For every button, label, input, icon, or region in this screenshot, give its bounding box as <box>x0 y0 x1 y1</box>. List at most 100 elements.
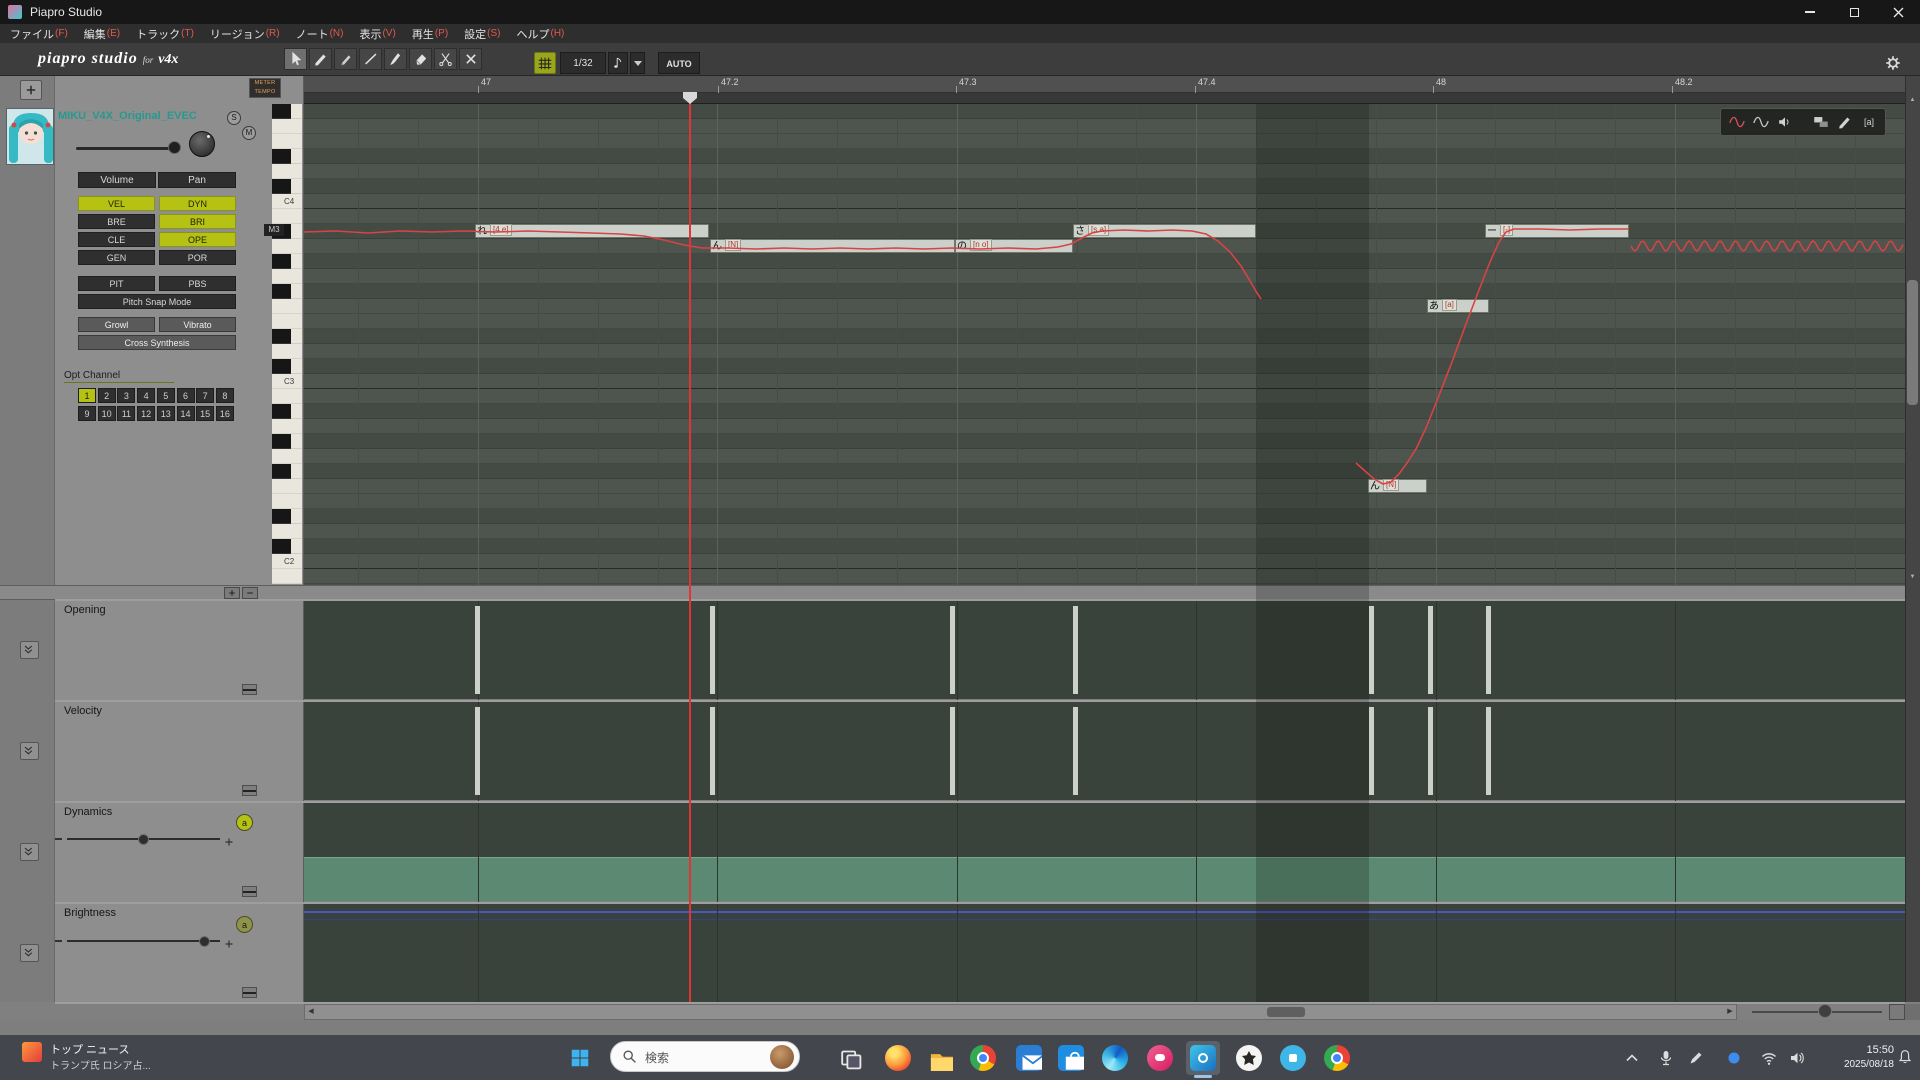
taskbar-app-teams[interactable] <box>1276 1041 1310 1075</box>
taskbar-clock[interactable]: 15:50 2025/08/18 <box>1822 1042 1894 1074</box>
opt-channel-14[interactable]: 14 <box>177 406 195 421</box>
lane-slider-thumb[interactable] <box>138 834 149 845</box>
piano-key-black[interactable] <box>272 509 291 524</box>
lane-remove-button[interactable] <box>242 587 258 599</box>
lane-chevron-button[interactable] <box>20 742 39 760</box>
mute-button[interactable]: M <box>242 126 256 140</box>
auto-scroll-button[interactable]: AUTO <box>658 52 700 74</box>
status-dot-icon[interactable] <box>1724 1048 1744 1068</box>
settings-button[interactable] <box>1882 52 1904 74</box>
piano-key-white[interactable] <box>272 119 302 134</box>
piano-key-white[interactable] <box>272 239 302 254</box>
search-box[interactable]: 検索 <box>610 1041 800 1072</box>
close-button[interactable] <box>1876 0 1920 24</box>
track-name[interactable]: MIKU_V4X_Original_EVEC <box>58 110 224 124</box>
speaker-icon[interactable] <box>1787 1048 1807 1068</box>
note[interactable] <box>955 239 1073 253</box>
lane-collapse-button[interactable] <box>242 886 257 897</box>
cross-synthesis-button[interactable]: Cross Synthesis <box>78 335 236 350</box>
menu-item-help[interactable]: ヘルプ(H) <box>517 26 565 42</box>
tool-select-button[interactable] <box>284 48 307 70</box>
pen-icon[interactable] <box>1686 1048 1706 1068</box>
scroll-up-button[interactable]: ▲ <box>1905 94 1920 107</box>
param-button-pit[interactable]: PIT <box>78 276 155 291</box>
vibrato-button[interactable]: Vibrato <box>159 317 236 332</box>
piano-key-black[interactable] <box>272 179 291 194</box>
param-button-por[interactable]: POR <box>159 250 236 265</box>
piano-key-black[interactable] <box>272 539 291 554</box>
note[interactable] <box>1427 299 1489 313</box>
note[interactable] <box>710 239 955 253</box>
piano-key-white[interactable] <box>272 314 302 329</box>
taskbar-app-chat[interactable] <box>1143 1041 1177 1075</box>
tool-eraser-button[interactable] <box>409 48 432 70</box>
opt-channel-16[interactable]: 16 <box>216 406 234 421</box>
grid-dropdown-button[interactable] <box>630 52 645 74</box>
lane-collapse-button[interactable] <box>242 785 257 796</box>
lane-chevron-button[interactable] <box>20 944 39 962</box>
tool-draw-button[interactable] <box>309 48 332 70</box>
opt-channel-7[interactable]: 7 <box>196 388 214 403</box>
piano-key-white[interactable] <box>272 299 302 314</box>
tray-chevron-up-button[interactable] <box>1622 1048 1642 1068</box>
pitch-snap-mode-button[interactable]: Pitch Snap Mode <box>78 294 236 309</box>
piano-key-black[interactable] <box>272 464 291 479</box>
minimize-button[interactable] <box>1788 0 1832 24</box>
note[interactable] <box>1073 224 1256 238</box>
menu-item-track[interactable]: トラック(T) <box>136 26 194 42</box>
opt-channel-11[interactable]: 11 <box>117 406 135 421</box>
piano-key-black[interactable] <box>272 434 291 449</box>
lane-slider-thumb[interactable] <box>199 936 210 947</box>
taskbar-app-taskview[interactable] <box>833 1041 867 1075</box>
opt-channel-12[interactable]: 12 <box>137 406 155 421</box>
opt-channel-10[interactable]: 10 <box>98 406 116 421</box>
vertical-scroll-thumb[interactable] <box>1907 280 1918 405</box>
overlay-tool-param-curve[interactable] <box>1749 111 1773 133</box>
piano-key-black[interactable] <box>272 104 291 119</box>
tool-delete-button[interactable] <box>459 48 482 70</box>
opt-channel-2[interactable]: 2 <box>98 388 116 403</box>
tool-line-button[interactable] <box>359 48 382 70</box>
menu-item-note[interactable]: ノート(N) <box>296 26 344 42</box>
opt-channel-6[interactable]: 6 <box>177 388 195 403</box>
opt-channel-13[interactable]: 13 <box>157 406 175 421</box>
lane-chevron-button[interactable] <box>20 843 39 861</box>
menu-item-file[interactable]: ファイル(F) <box>10 26 68 42</box>
meter-tempo-button[interactable]: METER TEMPO <box>249 78 281 98</box>
opt-channel-9[interactable]: 9 <box>78 406 96 421</box>
param-button-bri[interactable]: BRI <box>159 214 236 229</box>
piano-key-white[interactable] <box>272 419 302 434</box>
taskbar-app-chatgpt[interactable] <box>1232 1041 1266 1075</box>
add-track-button[interactable] <box>20 80 42 100</box>
note[interactable] <box>1485 224 1629 238</box>
param-button-vel[interactable]: VEL <box>78 196 155 211</box>
note[interactable] <box>1368 479 1427 493</box>
grid-value-display[interactable]: 1/32 <box>560 52 606 74</box>
param-button-pbs[interactable]: PBS <box>159 276 236 291</box>
taskbar-app-chrome[interactable] <box>966 1041 1000 1075</box>
tab-pan[interactable]: Pan <box>158 172 236 188</box>
taskbar-app-mail[interactable] <box>1012 1041 1046 1075</box>
lane-collapse-button[interactable] <box>242 684 257 695</box>
pan-knob[interactable] <box>189 131 215 157</box>
wifi-icon[interactable] <box>1759 1048 1779 1068</box>
microphone-icon[interactable] <box>1656 1048 1676 1068</box>
horizontal-scrollbar[interactable] <box>304 1004 1737 1020</box>
piano-key-black[interactable] <box>272 149 291 164</box>
tool-brush-button[interactable] <box>384 48 407 70</box>
horizontal-scroll-thumb[interactable] <box>1267 1007 1305 1017</box>
timeline-ruler[interactable] <box>304 76 1905 93</box>
overlay-tool-pitch-line[interactable] <box>1725 111 1749 133</box>
tool-scissors-button[interactable] <box>434 48 457 70</box>
piano-key-black[interactable] <box>272 284 291 299</box>
lane-collapse-button[interactable] <box>242 987 257 998</box>
solo-button[interactable]: S <box>227 111 241 125</box>
param-button-gen[interactable]: GEN <box>78 250 155 265</box>
piano-key-black[interactable] <box>272 254 291 269</box>
lane-auto-badge[interactable]: a <box>236 916 253 933</box>
piano-key-white[interactable] <box>272 164 302 179</box>
lane-auto-badge[interactable]: a <box>236 814 253 831</box>
taskbar-app-edge[interactable] <box>1098 1041 1132 1075</box>
piano-key-white[interactable] <box>272 524 302 539</box>
piano-key-black[interactable] <box>272 404 291 419</box>
